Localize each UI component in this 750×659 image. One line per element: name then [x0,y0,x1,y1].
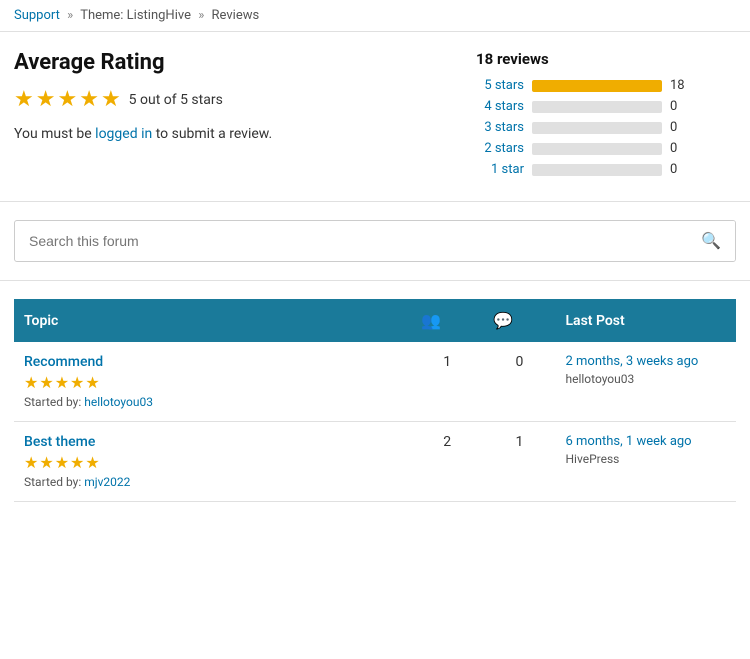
topic-author-link-1[interactable]: mjv2022 [84,475,130,489]
topic-star: ★ [39,373,53,392]
topic-author-link-0[interactable]: hellotoyou03 [84,395,153,409]
topic-title-1: Best theme [24,434,401,450]
bar-count-2: 0 [670,120,686,135]
bar-row-2: 3 stars 0 [476,120,736,135]
topic-lastpost-0: 2 months, 3 weeks ago hellotoyou03 [555,342,736,422]
topic-star: ★ [24,373,38,392]
bar-track-1 [532,101,662,113]
search-section: 🔍 [0,202,750,281]
bars-container: 5 stars 18 4 stars 0 3 stars 0 2 stars 0 1 star 0 [476,78,736,177]
breadcrumb-theme: Theme: ListingHive [80,8,191,23]
voices-icon: 👥 [421,311,441,330]
search-input[interactable] [15,223,687,259]
topic-voices-0: 1 [411,342,483,422]
topic-star: ★ [55,453,69,472]
topic-link-1[interactable]: Best theme [24,434,95,450]
bar-count-0: 18 [670,78,686,93]
star-3: ★ [57,87,77,112]
reviews-count: 18 reviews [476,50,736,68]
search-box: 🔍 [14,220,736,262]
lastpost-author-1: HivePress [565,452,726,466]
topic-title-0: Recommend [24,354,401,370]
table-row: Best theme★★★★★Started by: mjv2022216 mo… [14,422,736,502]
bar-track-2 [532,122,662,134]
bar-row-0: 5 stars 18 [476,78,736,93]
topic-lastpost-1: 6 months, 1 week ago HivePress [555,422,736,502]
bar-label-2[interactable]: 3 stars [476,120,524,135]
topic-star: ★ [24,453,38,472]
bar-label-3[interactable]: 2 stars [476,141,524,156]
breadcrumb-sep1: » [67,8,73,23]
posts-icon: 💬 [493,311,513,330]
lastpost-time-1: 6 months, 1 week ago [565,434,726,449]
topics-tbody: Recommend★★★★★Started by: hellotoyou0310… [14,342,736,502]
topic-cell-0: Recommend★★★★★Started by: hellotoyou03 [14,342,411,422]
rating-stars: ★ ★ ★ ★ ★ [14,87,121,112]
rating-right: 18 reviews 5 stars184 stars03 stars02 st… [476,50,736,183]
star-1: ★ [14,87,34,112]
breadcrumb-support[interactable]: Support [14,8,60,23]
star-5: ★ [101,87,121,112]
table-header-row: Topic 👥 💬 Last Post [14,299,736,342]
login-note-prefix: You must be [14,126,95,142]
breadcrumb: Support » Theme: ListingHive » Reviews [0,0,750,32]
stars-label: 5 out of 5 stars [129,92,223,108]
bar-track-0 [532,80,662,92]
topic-star: ★ [39,453,53,472]
login-note-suffix: to submit a review. [152,126,272,142]
average-rating-title: Average Rating [14,50,456,75]
bar-row-1: 4 stars 0 [476,99,736,114]
rating-left: Average Rating ★ ★ ★ ★ ★ 5 out of 5 star… [14,50,476,183]
topic-star: ★ [70,453,84,472]
topic-posts-0: 0 [483,342,555,422]
bar-track-4 [532,164,662,176]
star-2: ★ [36,87,56,112]
topic-star: ★ [55,373,69,392]
breadcrumb-sep2: » [198,8,204,23]
bar-count-1: 0 [670,99,686,114]
login-note: You must be logged in to submit a review… [14,126,456,142]
topic-started-0: Started by: hellotoyou03 [24,395,401,409]
bar-label-1[interactable]: 4 stars [476,99,524,114]
lastpost-author-0: hellotoyou03 [565,372,726,386]
topic-stars-0: ★★★★★ [24,373,401,392]
bar-track-3 [532,143,662,155]
bar-label-0[interactable]: 5 stars [476,78,524,93]
breadcrumb-reviews: Reviews [212,8,260,23]
topic-voices-1: 2 [411,422,483,502]
col-voices-header: 👥 [411,299,483,342]
star-4: ★ [79,87,99,112]
topic-cell-1: Best theme★★★★★Started by: mjv2022 [14,422,411,502]
lastpost-time-0: 2 months, 3 weeks ago [565,354,726,369]
table-row: Recommend★★★★★Started by: hellotoyou0310… [14,342,736,422]
topic-started-1: Started by: mjv2022 [24,475,401,489]
search-button[interactable]: 🔍 [687,221,735,261]
col-lastpost-header: Last Post [555,299,736,342]
bar-row-4: 1 star 0 [476,162,736,177]
rating-section: Average Rating ★ ★ ★ ★ ★ 5 out of 5 star… [0,32,750,202]
topic-link-0[interactable]: Recommend [24,354,103,370]
topic-star: ★ [70,373,84,392]
stars-row: ★ ★ ★ ★ ★ 5 out of 5 stars [14,87,456,112]
col-posts-header: 💬 [483,299,555,342]
topic-star: ★ [85,453,99,472]
bar-count-3: 0 [670,141,686,156]
bar-row-3: 2 stars 0 [476,141,736,156]
bar-label-4[interactable]: 1 star [476,162,524,177]
col-topic-header: Topic [14,299,411,342]
topics-section: Topic 👥 💬 Last Post Recommend★★★★★Starte… [0,299,750,522]
bar-count-4: 0 [670,162,686,177]
topic-posts-1: 1 [483,422,555,502]
topic-stars-1: ★★★★★ [24,453,401,472]
bar-fill-0 [532,80,662,92]
login-link[interactable]: logged in [95,126,152,142]
topics-table: Topic 👥 💬 Last Post Recommend★★★★★Starte… [14,299,736,502]
topic-star: ★ [85,373,99,392]
